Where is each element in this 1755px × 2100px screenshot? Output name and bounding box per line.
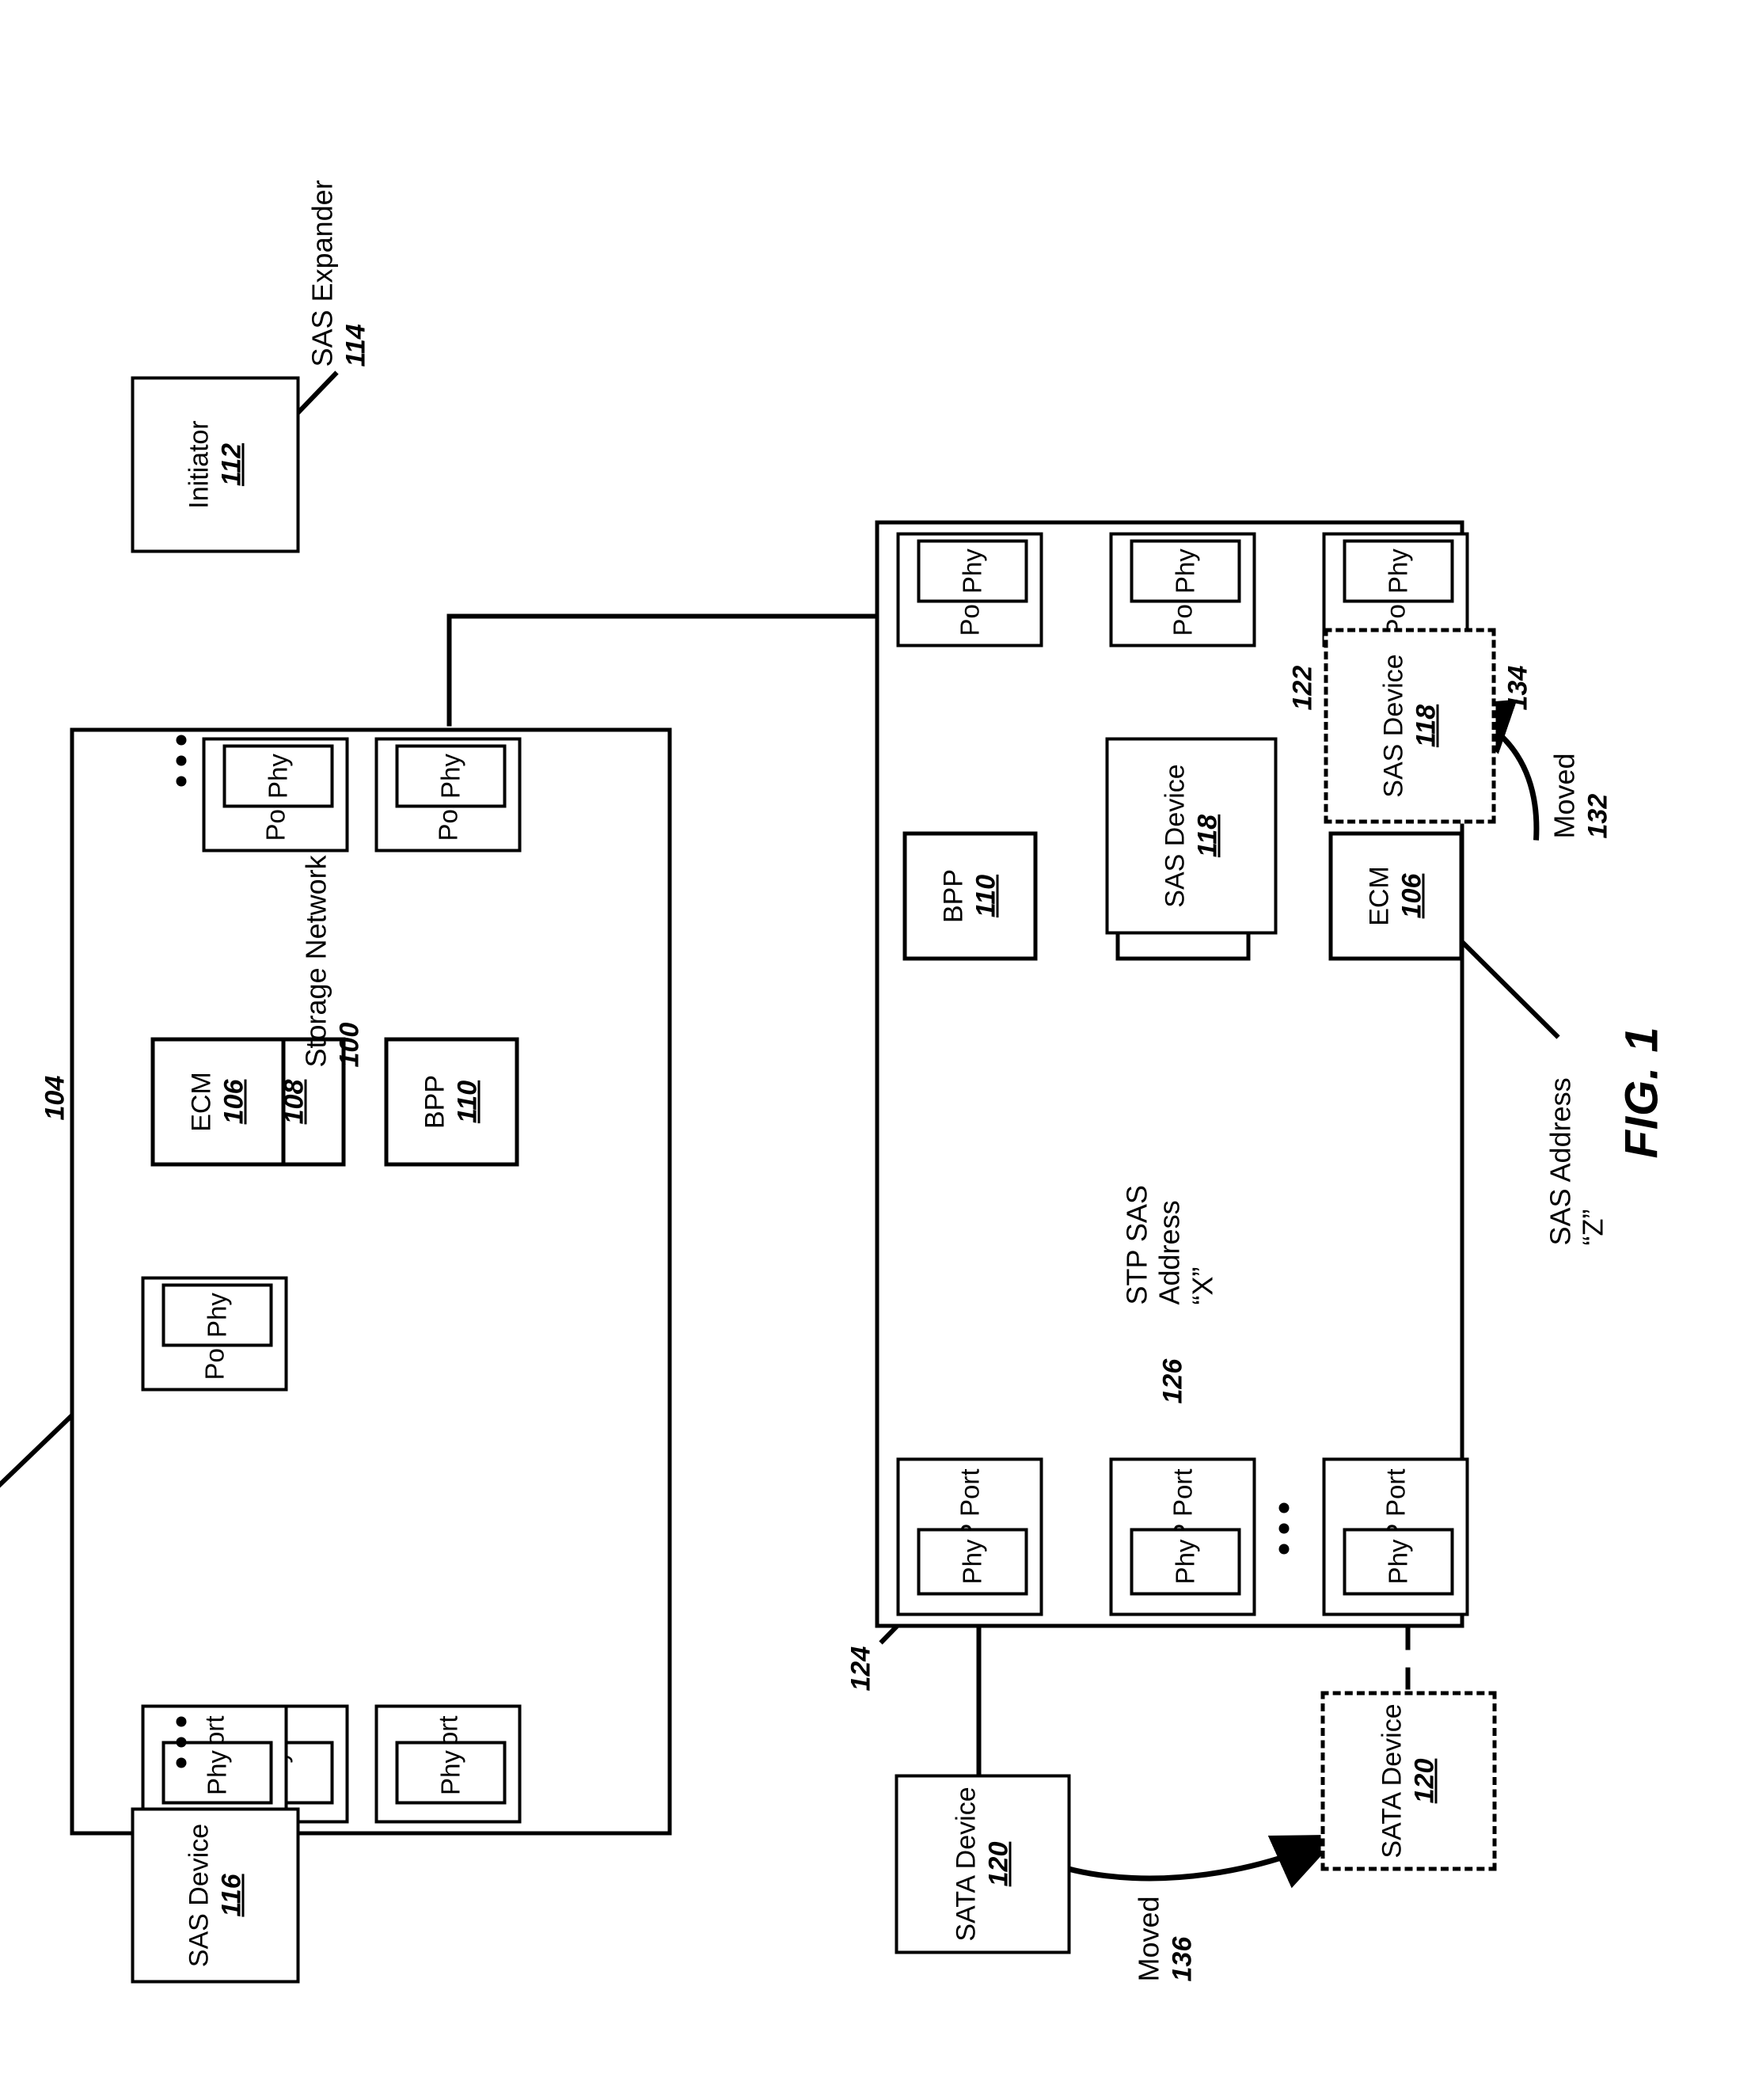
port-cell-102-mid[interactable]: Port Phy bbox=[202, 737, 348, 852]
ellipsis-left-ports-102 bbox=[176, 735, 186, 786]
block-ref: 110 bbox=[452, 1080, 482, 1123]
block-name: BPP bbox=[938, 868, 969, 923]
stp-address-line1: STP SAS bbox=[1120, 1184, 1153, 1304]
figure-title: FIG. 1 bbox=[1616, 1025, 1667, 1158]
device-name: SAS Device bbox=[183, 1823, 214, 1967]
sas-address-z-label: SAS Address “Z” bbox=[1544, 1077, 1609, 1245]
phy-box[interactable]: Phy bbox=[1343, 1528, 1453, 1595]
expander-ref: 114 bbox=[340, 323, 371, 366]
device-ref: 120 bbox=[983, 1841, 1013, 1886]
phy-box[interactable]: Phy bbox=[395, 1741, 506, 1804]
moved-label: Moved bbox=[1548, 752, 1580, 838]
phy-label: Phy bbox=[202, 1749, 231, 1795]
port-cell-104[interactable]: Port Phy bbox=[141, 1276, 287, 1391]
phy-box[interactable]: Phy bbox=[161, 1283, 272, 1346]
device-name: SAS Device bbox=[1159, 763, 1190, 908]
initiator-112: Initiator 112 bbox=[131, 376, 299, 553]
stp-address-line3: “X” bbox=[1185, 1266, 1218, 1304]
phy-label: Phy bbox=[202, 1292, 231, 1338]
sata-device-120: SATA Device 120 bbox=[895, 1774, 1070, 1954]
port-cell-102-top[interactable]: Port Phy bbox=[374, 737, 521, 852]
block-ecm-114: ECM 106 bbox=[1328, 831, 1463, 960]
sas-device-118: SAS Device 118 bbox=[1105, 737, 1277, 934]
phy-label: Phy bbox=[1383, 1539, 1412, 1584]
callout-126: 126 bbox=[1157, 1358, 1187, 1403]
device-ref: 112 bbox=[215, 442, 246, 486]
sas-expander-114-label: SAS Expander 114 bbox=[306, 180, 371, 366]
moved-ref: 132 bbox=[1582, 793, 1613, 838]
device-name: SAS Device bbox=[1377, 653, 1408, 798]
storage-network-label: Storage Network 100 bbox=[299, 855, 365, 1067]
sas-device-118-ghost: SAS Device 118 bbox=[1324, 628, 1495, 823]
ellipsis-right-ports-102 bbox=[176, 1716, 186, 1768]
device-ref: 120 bbox=[1409, 1758, 1439, 1803]
block-name: ECM bbox=[1364, 865, 1395, 926]
callout-134: 134 bbox=[1502, 665, 1533, 710]
block-ref: 110 bbox=[971, 874, 1001, 917]
moved-132-label: Moved 132 bbox=[1548, 753, 1613, 838]
stp-port-cell-124[interactable]: STP Port Phy bbox=[1322, 1457, 1468, 1616]
phy-box[interactable]: Phy bbox=[1130, 539, 1240, 602]
sata-device-120-ghost: SATA Device 120 bbox=[1320, 1691, 1496, 1870]
stp-port-cell-114-top[interactable]: STP Port Phy bbox=[896, 1457, 1043, 1616]
figure-canvas: Port Phy Port Phy Port Phy BPP 110 ECR 1… bbox=[0, 0, 1755, 2100]
device-name: Initiator bbox=[183, 420, 214, 509]
phy-label: Phy bbox=[1170, 1539, 1199, 1584]
port-cell-134[interactable]: Port Phy bbox=[896, 532, 1043, 647]
moved-ref: 136 bbox=[1167, 1936, 1198, 1981]
port-cell-102-right-bottom[interactable]: Port Phy bbox=[141, 1704, 287, 1823]
block-ecm-102: ECM 106 bbox=[150, 1037, 285, 1166]
block-bpp-102: BPP 110 bbox=[384, 1037, 519, 1166]
block-ref: 106 bbox=[218, 1079, 249, 1124]
moved-label: Moved bbox=[1132, 1895, 1164, 1981]
stp-address-line2: Address bbox=[1153, 1199, 1186, 1304]
phy-label: Phy bbox=[957, 1539, 986, 1584]
ellipsis-stp-ports-114 bbox=[1278, 1502, 1289, 1554]
phy-label: Phy bbox=[957, 548, 986, 594]
phy-box[interactable]: Phy bbox=[917, 539, 1028, 602]
device-name: SATA Device bbox=[951, 1786, 982, 1942]
callout-104: 104 bbox=[40, 1075, 70, 1120]
stp-sas-address-x-label: STP SAS Address “X” bbox=[1120, 1185, 1218, 1304]
phy-label: Phy bbox=[435, 1749, 465, 1795]
phy-box[interactable]: Phy bbox=[1343, 539, 1453, 602]
phy-box[interactable]: Phy bbox=[395, 744, 506, 807]
phy-label: Phy bbox=[435, 753, 465, 799]
device-ref: 116 bbox=[215, 1873, 246, 1917]
callout-122: 122 bbox=[1287, 665, 1317, 710]
device-ref: 118 bbox=[1410, 704, 1441, 747]
block-name: BPP bbox=[420, 1074, 450, 1129]
sas-address-line2: “Z” bbox=[1576, 1209, 1609, 1245]
phy-label: Phy bbox=[263, 753, 292, 799]
port-cell-102-right-top[interactable]: Port Phy bbox=[374, 1704, 521, 1823]
device-name: SATA Device bbox=[1377, 1703, 1407, 1859]
stp-port-cell-114-mid[interactable]: STP Port Phy bbox=[1109, 1457, 1255, 1616]
phy-label: Phy bbox=[1383, 548, 1412, 594]
phy-box[interactable]: Phy bbox=[222, 744, 333, 807]
phy-label: Phy bbox=[1170, 548, 1199, 594]
block-name: ECM bbox=[186, 1071, 217, 1132]
port-cell-122[interactable]: Port Phy bbox=[1109, 532, 1255, 647]
moved-136-label: Moved 136 bbox=[1132, 1896, 1198, 1981]
callout-124: 124 bbox=[845, 1646, 876, 1691]
device-ref: 118 bbox=[1191, 814, 1222, 857]
sas-address-line1: SAS Address bbox=[1544, 1077, 1576, 1245]
block-ref: 106 bbox=[1396, 873, 1426, 918]
sas-device-116: SAS Device 116 bbox=[131, 1807, 299, 1983]
network-ref: 100 bbox=[334, 1022, 365, 1067]
expander-name: SAS Expander bbox=[306, 179, 338, 366]
phy-box[interactable]: Phy bbox=[917, 1528, 1028, 1595]
phy-box[interactable]: Phy bbox=[1130, 1528, 1240, 1595]
network-name: Storage Network bbox=[299, 854, 332, 1067]
block-bpp-114: BPP 110 bbox=[902, 831, 1037, 960]
